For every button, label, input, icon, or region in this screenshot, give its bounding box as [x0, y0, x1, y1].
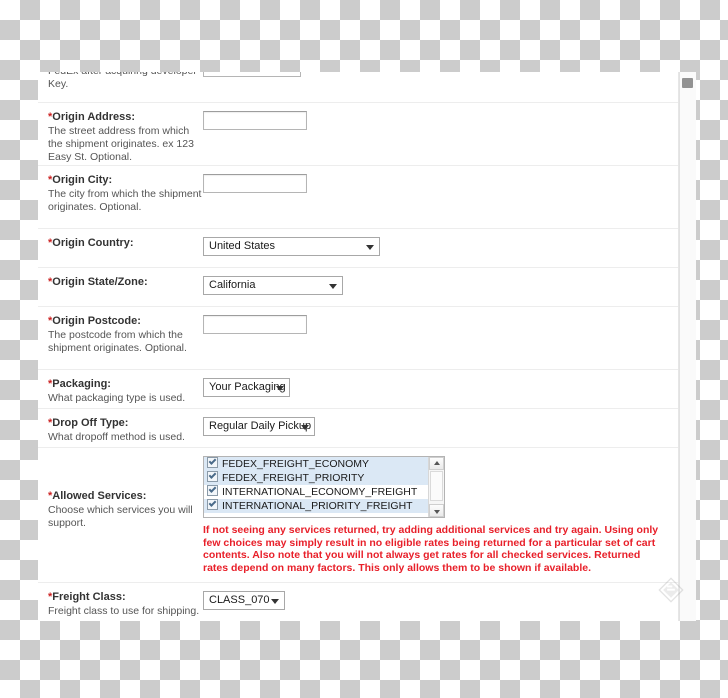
list-item-label: INTERNATIONAL_ECONOMY_FREIGHT	[222, 486, 418, 498]
list-item[interactable]: INTERNATIONAL_ECONOMY_FREIGHT	[204, 485, 428, 499]
document-page: FedEx after acquiring developer Key. *Or…	[38, 72, 696, 621]
origin-postcode-input[interactable]	[203, 315, 307, 334]
page-scrollbar-thumb[interactable]	[682, 78, 693, 88]
drop-off-type-value: Regular Daily Pickup	[209, 420, 312, 432]
checkbox-checked-icon[interactable]	[207, 471, 218, 482]
control-packaging: Your Packaging	[203, 378, 678, 398]
control-origin-postcode	[203, 315, 678, 335]
control-allowed-services: FEDEX_FREIGHT_ECONOMY FEDEX_FREIGHT_PRIO…	[203, 456, 678, 574]
watermark-diamond-icon	[658, 577, 684, 603]
label-packaging: *Packaging: What packaging type is used.	[48, 378, 203, 405]
label-origin-postcode-text: *Origin Postcode:	[48, 315, 141, 327]
label-origin-state-zone: *Origin State/Zone:	[48, 276, 203, 290]
allowed-services-listbox[interactable]: FEDEX_FREIGHT_ECONOMY FEDEX_FREIGHT_PRIO…	[203, 456, 445, 518]
list-item[interactable]: FEDEX_FREIGHT_PRIORITY	[204, 471, 428, 485]
scroll-down-arrow-icon[interactable]	[429, 504, 444, 517]
field-row-origin-state-zone: *Origin State/Zone: California	[38, 268, 678, 307]
packaging-value: Your Packaging	[209, 381, 286, 393]
label-freight-class-text: *Freight Class:	[48, 591, 126, 603]
control-freight-class: CLASS_070	[203, 591, 678, 611]
description-allowed-services: Choose which services you will support.	[48, 504, 193, 529]
list-item-label: FEDEX_FREIGHT_ECONOMY	[222, 458, 370, 470]
field-row-origin-postcode: *Origin Postcode: The postcode from whic…	[38, 307, 678, 370]
label-origin-address: *Origin Address: The street address from…	[48, 111, 203, 164]
field-row-packaging: *Packaging: What packaging type is used.…	[38, 370, 678, 409]
clipped-developer-key-row: FedEx after acquiring developer Key.	[38, 72, 678, 103]
listbox-scrollbar[interactable]	[428, 457, 444, 517]
field-row-origin-city: *Origin City: The city from which the sh…	[38, 166, 678, 229]
control-origin-address	[203, 111, 678, 131]
label-allowed-services-text: *Allowed Services:	[48, 490, 147, 502]
chevron-down-icon	[276, 385, 284, 391]
label-origin-country-text: *Origin Country:	[48, 237, 134, 249]
clipped-row-input[interactable]	[203, 72, 301, 77]
freight-class-select[interactable]: CLASS_070	[203, 591, 285, 610]
label-origin-city: *Origin City: The city from which the sh…	[48, 174, 203, 214]
description-drop-off-type: What dropoff method is used.	[48, 431, 185, 443]
list-item-label: FEDEX_FREIGHT_PRIORITY	[222, 472, 365, 484]
label-origin-postcode: *Origin Postcode: The postcode from whic…	[48, 315, 203, 355]
description-origin-postcode: The postcode from which the shipment ori…	[48, 329, 187, 354]
control-origin-state-zone: California	[203, 276, 678, 296]
chevron-down-icon	[329, 283, 337, 289]
allowed-services-warning: If not seeing any services returned, try…	[203, 524, 659, 574]
label-packaging-text: *Packaging:	[48, 378, 111, 390]
label-drop-off-type: *Drop Off Type: What dropoff method is u…	[48, 417, 203, 444]
freight-class-value: CLASS_070	[209, 594, 270, 606]
page-scrollbar[interactable]	[679, 72, 696, 621]
field-row-drop-off-type: *Drop Off Type: What dropoff method is u…	[38, 409, 678, 448]
label-drop-off-type-text: *Drop Off Type:	[48, 417, 129, 429]
control-drop-off-type: Regular Daily Pickup	[203, 417, 678, 437]
chevron-down-icon	[366, 244, 374, 250]
shipping-settings-form: FedEx after acquiring developer Key. *Or…	[38, 72, 678, 621]
origin-country-value: United States	[209, 240, 276, 252]
description-packaging: What packaging type is used.	[48, 392, 186, 404]
allowed-services-options: FEDEX_FREIGHT_ECONOMY FEDEX_FREIGHT_PRIO…	[204, 457, 428, 513]
field-row-allowed-services: *Allowed Services: Choose which services…	[38, 448, 678, 583]
label-allowed-services: *Allowed Services: Choose which services…	[48, 490, 203, 530]
control-origin-country: United States	[203, 237, 678, 257]
origin-state-zone-value: California	[209, 279, 256, 291]
label-origin-city-text: *Origin City:	[48, 174, 113, 186]
packaging-select[interactable]: Your Packaging	[203, 378, 290, 397]
description-freight-class: Freight class to use for shipping.	[48, 605, 200, 617]
field-row-origin-address: *Origin Address: The street address from…	[38, 103, 678, 166]
description-origin-address: The street address from which the shipme…	[48, 125, 194, 163]
field-row-origin-country: *Origin Country: United States	[38, 229, 678, 268]
label-freight-class: *Freight Class: Freight class to use for…	[48, 591, 203, 618]
list-item[interactable]: FEDEX_FREIGHT_ECONOMY	[204, 457, 428, 471]
checkbox-checked-icon[interactable]	[207, 499, 218, 510]
drop-off-type-select[interactable]: Regular Daily Pickup	[203, 417, 315, 436]
checkbox-checked-icon[interactable]	[207, 485, 218, 496]
origin-state-zone-select[interactable]: California	[203, 276, 343, 295]
origin-city-input[interactable]	[203, 174, 307, 193]
origin-country-select[interactable]: United States	[203, 237, 380, 256]
origin-address-input[interactable]	[203, 111, 307, 130]
label-origin-country: *Origin Country:	[48, 237, 203, 251]
field-row-freight-class: *Freight Class: Freight class to use for…	[38, 583, 678, 621]
scroll-up-arrow-icon[interactable]	[429, 457, 444, 470]
chevron-down-icon	[271, 598, 279, 604]
scrollbar-thumb[interactable]	[430, 471, 443, 501]
checkbox-checked-icon[interactable]	[207, 457, 218, 468]
description-origin-city: The city from which the shipment origina…	[48, 188, 202, 213]
chevron-down-icon	[301, 424, 309, 430]
label-origin-state-zone-text: *Origin State/Zone:	[48, 276, 148, 288]
clipped-row-text: FedEx after acquiring developer Key.	[48, 72, 197, 90]
list-item-label: INTERNATIONAL_PRIORITY_FREIGHT	[222, 500, 413, 512]
control-origin-city	[203, 174, 678, 194]
list-item[interactable]: INTERNATIONAL_PRIORITY_FREIGHT	[204, 499, 428, 513]
label-origin-address-text: *Origin Address:	[48, 111, 135, 123]
